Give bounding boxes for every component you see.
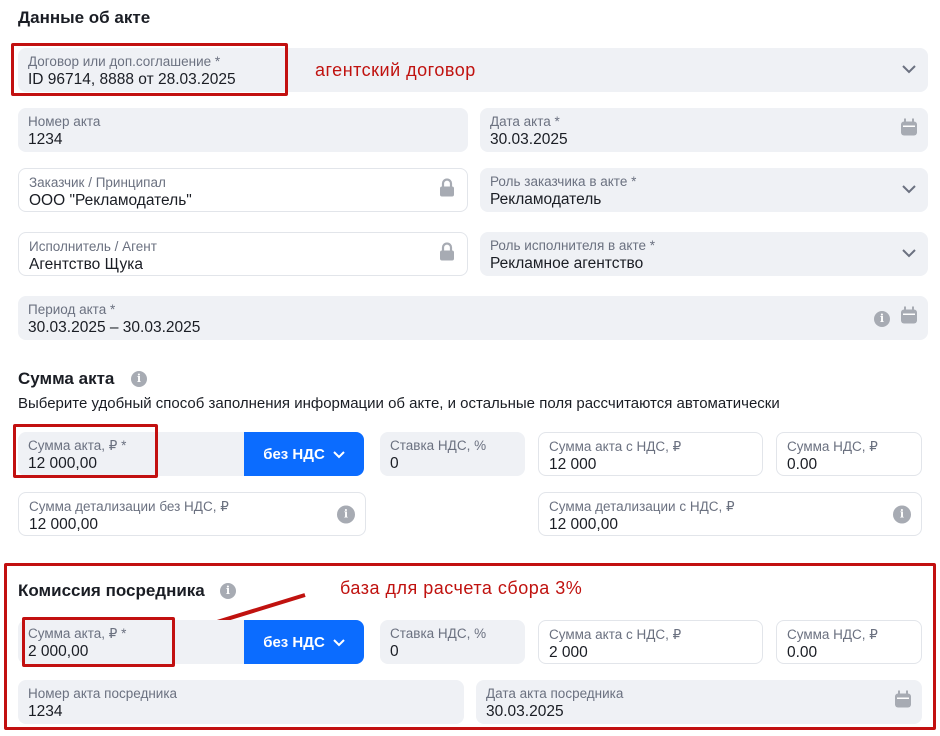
vat-rate-label: Ставка НДС, %	[390, 626, 487, 641]
highlight-box	[22, 617, 175, 667]
amount-with-vat-value: 2 000	[549, 644, 588, 661]
commission-number-label: Номер акта посредника	[28, 686, 178, 701]
commission-vat-mode-button[interactable]: без НДС	[244, 620, 364, 664]
commission-date-label: Дата акта посредника	[486, 686, 624, 701]
vat-sum-label: Сумма НДС, ₽	[787, 627, 878, 642]
chevron-down-icon	[333, 634, 345, 651]
commission-number-field[interactable]: Номер акта посредника 1234	[18, 680, 464, 724]
commission-number-value: 1234	[28, 703, 63, 720]
vat-mode-label: без НДС	[263, 633, 325, 651]
commission-vat-sum-field[interactable]: Сумма НДС, ₽ 0.00	[776, 620, 922, 664]
calendar-icon[interactable]	[894, 690, 912, 714]
commission-date-value: 30.03.2025	[486, 703, 564, 720]
commission-amount-with-vat-field[interactable]: Сумма акта с НДС, ₽ 2 000	[538, 620, 763, 664]
vat-rate-value: 0	[390, 643, 399, 660]
commission-date-field[interactable]: Дата акта посредника 30.03.2025	[476, 680, 922, 724]
amount-with-vat-label: Сумма акта с НДС, ₽	[549, 627, 682, 642]
commission-vat-rate-field[interactable]: Ставка НДС, % 0	[380, 620, 525, 664]
vat-sum-value: 0.00	[787, 644, 818, 661]
